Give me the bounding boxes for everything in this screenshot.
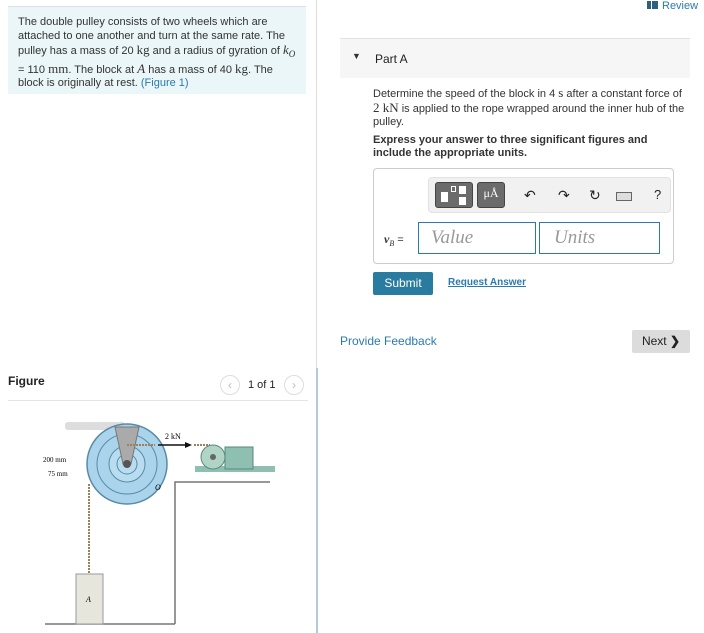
k-subscript: O bbox=[288, 49, 296, 60]
block-symbol: A bbox=[137, 60, 146, 76]
keyboard-icon[interactable] bbox=[616, 192, 632, 201]
pulley-axle bbox=[123, 460, 131, 468]
part-label: Part A bbox=[375, 52, 408, 66]
value-input[interactable]: Value bbox=[418, 222, 536, 254]
force-label: 2 kN bbox=[165, 432, 181, 441]
panel-divider bbox=[316, 0, 317, 368]
redo-icon[interactable]: ↷ bbox=[558, 187, 570, 204]
book-icon bbox=[647, 1, 658, 9]
radius-inner-label: 75 mm bbox=[48, 470, 68, 478]
variable-label: vB = bbox=[384, 232, 404, 249]
request-answer-link[interactable]: Request Answer bbox=[448, 277, 526, 288]
figure-title: Figure bbox=[8, 374, 45, 388]
block-label: A bbox=[85, 595, 91, 604]
motor-axle bbox=[210, 454, 216, 460]
prev-figure-button[interactable]: ‹ bbox=[220, 375, 240, 395]
problem-text: has a mass of 40 bbox=[145, 63, 236, 76]
collapse-triangle-icon[interactable]: ▼ bbox=[352, 51, 361, 61]
unit: kg bbox=[136, 42, 150, 57]
problem-statement: The double pulley consists of two wheels… bbox=[8, 6, 306, 94]
problem-text: . The block at bbox=[68, 63, 138, 76]
units-button[interactable]: μÅ bbox=[477, 182, 505, 208]
figure-image: 2 kN A 200 mm 75 mm O bbox=[43, 422, 275, 625]
panel-divider[interactable] bbox=[316, 368, 318, 633]
divider bbox=[8, 400, 308, 401]
arrowhead bbox=[185, 442, 192, 448]
problem-text: and a radius of gyration of bbox=[149, 45, 283, 57]
undo-icon[interactable]: ↶ bbox=[524, 187, 536, 204]
provide-feedback-link[interactable]: Provide Feedback bbox=[340, 334, 437, 348]
next-label: Next bbox=[641, 334, 667, 348]
next-button[interactable]: Next ❯ bbox=[632, 330, 690, 353]
math-toolbar: μÅ ↶ ↷ ↻ ? bbox=[428, 177, 671, 213]
center-label: O bbox=[155, 483, 161, 492]
figure-link[interactable]: (Figure 1) bbox=[141, 77, 189, 89]
radius-outer-label: 200 mm bbox=[43, 456, 67, 464]
unit: kg bbox=[235, 60, 249, 76]
help-icon[interactable]: ? bbox=[654, 187, 661, 202]
review-label: Review bbox=[662, 0, 699, 12]
answer-box: μÅ ↶ ↷ ↻ ? vB = Value Units bbox=[373, 168, 674, 264]
ground-ledge bbox=[174, 481, 270, 624]
problem-text: = 110 bbox=[18, 63, 49, 76]
part-a-header[interactable]: ▼ Part A bbox=[340, 38, 690, 78]
reset-icon[interactable]: ↻ bbox=[589, 187, 601, 204]
chevron-right-icon: ❯ bbox=[669, 334, 681, 348]
question-text: Determine the speed of the block in 4 s … bbox=[373, 85, 685, 128]
next-figure-button[interactable]: › bbox=[284, 375, 304, 395]
units-input[interactable]: Units bbox=[539, 222, 660, 254]
review-link[interactable]: Review bbox=[647, 0, 698, 12]
motor-body bbox=[224, 446, 254, 470]
submit-button[interactable]: Submit bbox=[373, 272, 433, 295]
figure-pager: 1 of 1 bbox=[248, 379, 276, 391]
unit: mm bbox=[48, 60, 69, 76]
instructions: Express your answer to three significant… bbox=[373, 134, 648, 159]
templates-button[interactable] bbox=[435, 182, 473, 208]
